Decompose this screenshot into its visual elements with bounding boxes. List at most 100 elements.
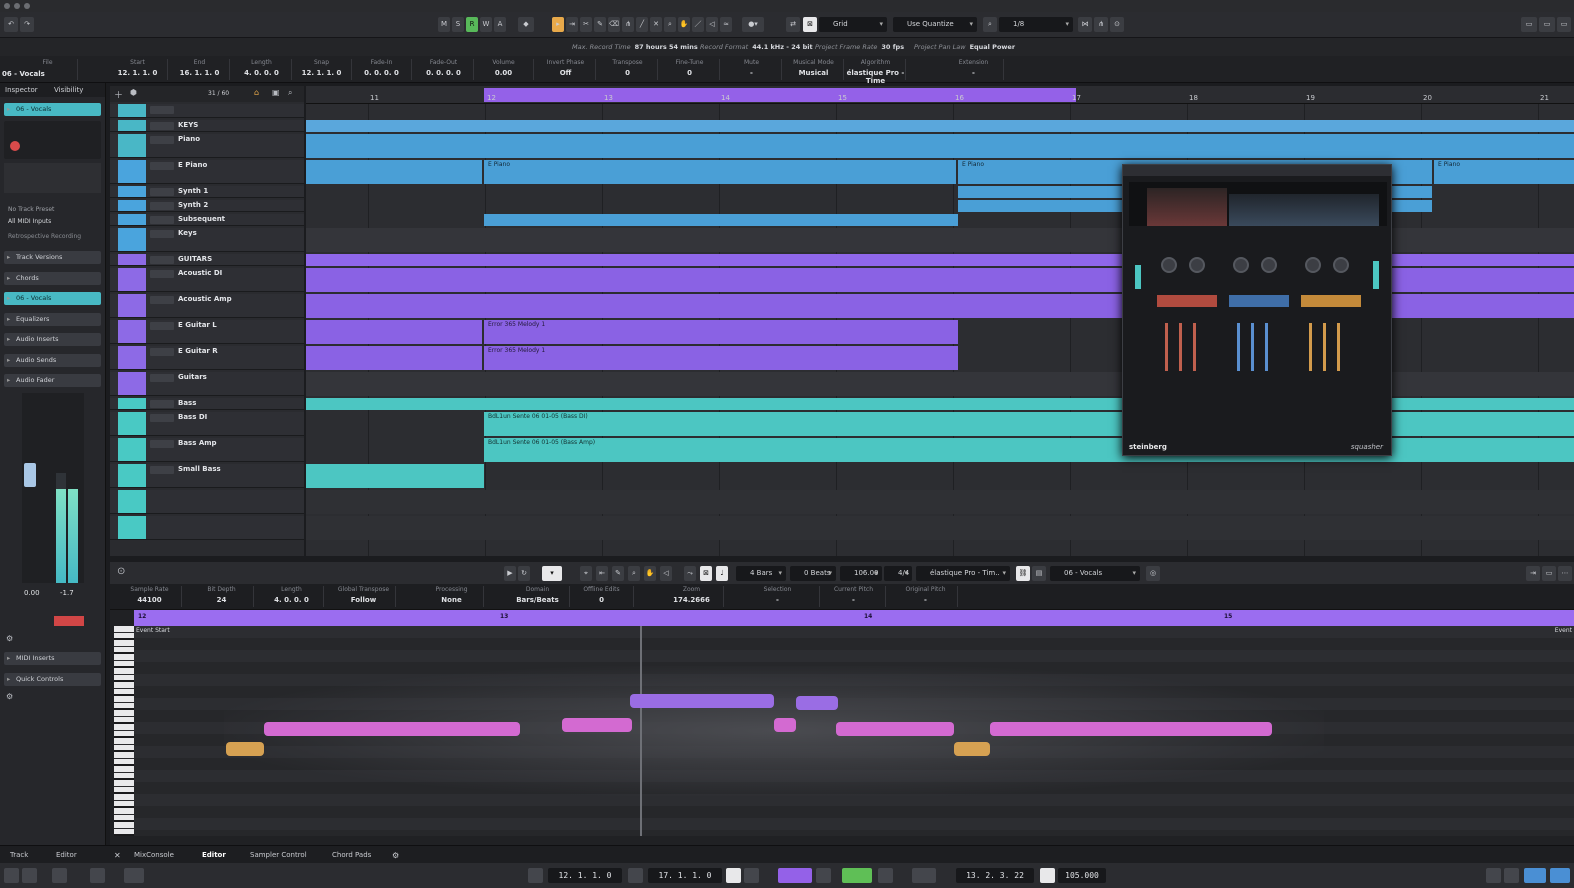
snap-toggle-icon[interactable]: ⊠ [803, 17, 817, 32]
peak-value[interactable]: -1.7 [60, 589, 74, 597]
track-name[interactable]: Synth 1 [178, 187, 208, 195]
grid-type-dropdown[interactable]: Use Quantize [893, 17, 977, 32]
pitch-segment[interactable] [836, 722, 954, 736]
close-window-icon[interactable] [4, 3, 10, 9]
mute-solo-buttons[interactable] [150, 256, 174, 264]
quantize-panel-icon[interactable]: ⋔ [1094, 17, 1108, 32]
undo-icon[interactable]: ↶ [4, 17, 18, 32]
track-header[interactable] [110, 104, 304, 118]
tab-editor[interactable]: Editor [202, 851, 226, 859]
folder-part[interactable] [306, 120, 1574, 132]
editor-track-dropdown[interactable]: 06 - Vocals [1050, 566, 1140, 581]
tempo-display[interactable]: 105.000 [1058, 868, 1106, 883]
band-mid-knob-1[interactable] [1233, 257, 1249, 273]
mute-solo-buttons[interactable] [150, 414, 174, 422]
pitch-segment[interactable] [630, 694, 774, 708]
layout-left-icon[interactable]: ▭ [1521, 17, 1537, 32]
midi-part[interactable]: E Piano [484, 160, 956, 184]
audio-part[interactable]: Error 365 Melody 1 [484, 320, 958, 344]
editor-info-field[interactable]: Original Pitch - [894, 586, 958, 607]
track-name[interactable]: Bass DI [178, 413, 207, 421]
midi-part[interactable]: E Piano [1434, 160, 1574, 184]
disk-meter[interactable] [1550, 868, 1570, 883]
reset-quantize-icon[interactable]: ⊙ [1110, 17, 1124, 32]
editor-info-value[interactable]: - [894, 596, 957, 604]
band-high-knob-2[interactable] [1333, 257, 1349, 273]
editor-snap-icon[interactable]: ⊠ [700, 566, 712, 581]
mute-solo-buttons[interactable] [150, 348, 174, 356]
tab-chord-pads[interactable]: Chord Pads [332, 851, 371, 859]
mute-tool-icon[interactable]: ✕ [650, 17, 662, 32]
record-format[interactable]: Record Format 44.1 kHz - 24 bit [700, 43, 813, 51]
minimize-window-icon[interactable] [14, 3, 20, 9]
midi-part[interactable] [306, 464, 484, 488]
editor-info-value[interactable]: 174.2666 [660, 596, 723, 604]
mute-solo-buttons[interactable] [150, 322, 174, 330]
track-preset-field[interactable]: No Track Preset [8, 206, 54, 213]
band-low-fader[interactable] [1165, 323, 1168, 371]
track-name[interactable]: Acoustic Amp [178, 295, 232, 303]
range-tool-icon[interactable]: ⇥ [566, 17, 578, 32]
right-locator-display[interactable]: 17. 1. 1. 0 [648, 868, 722, 883]
editor-layout-icon[interactable]: ⇥ [1526, 566, 1540, 581]
editor-info-value[interactable]: - [736, 596, 819, 604]
section-track[interactable]: 06 - Vocals [4, 292, 101, 305]
time-select-icon[interactable]: ⌖ [580, 566, 592, 581]
band-mid-fader[interactable] [1265, 323, 1268, 371]
event-field-value[interactable]: 4. 0. 0. 0 [232, 69, 291, 77]
record-button[interactable] [878, 868, 893, 883]
inspector-track-header[interactable]: 06 - Vocals [4, 103, 101, 116]
track-header[interactable]: Small Bass [110, 464, 304, 488]
audio-performance-meter[interactable] [1524, 868, 1546, 883]
editor-hand-icon[interactable]: ✋ [644, 566, 656, 581]
mute-solo-buttons[interactable] [150, 296, 174, 304]
draw-tool-icon[interactable]: ╱ [636, 17, 648, 32]
section-equalizers[interactable]: Equalizers [4, 313, 101, 326]
right-locator-icon[interactable] [628, 868, 643, 883]
peak-clip-indicator[interactable] [54, 616, 84, 626]
tab-track[interactable]: Track [10, 851, 28, 859]
editor-info-field[interactable]: Domain Bars/Beats [506, 586, 570, 607]
mute-solo-buttons[interactable] [150, 400, 174, 408]
mode-button-write[interactable]: W [480, 17, 492, 32]
event-field[interactable]: Transpose 0 [598, 59, 658, 80]
band-low-fader[interactable] [1193, 323, 1196, 371]
redo-icon[interactable]: ↷ [20, 17, 34, 32]
editor-info-field[interactable]: Offline Edits 0 [570, 586, 634, 607]
audition-icon[interactable]: ◁ [660, 566, 672, 581]
tab-mixconsole[interactable]: MixConsole [134, 851, 174, 859]
track-header[interactable]: GUITARS [110, 254, 304, 266]
editor-bars-field[interactable]: 4 Bars [736, 566, 786, 581]
gear-icon[interactable]: ⚙ [6, 634, 13, 643]
mode-button-read[interactable]: R [466, 17, 478, 32]
transport-metronome-icon[interactable] [52, 868, 67, 883]
mute-solo-buttons[interactable] [150, 188, 174, 196]
section-quick-controls[interactable]: Quick Controls [4, 673, 101, 686]
track-name[interactable]: KEYS [178, 121, 198, 129]
close-icon[interactable]: ✕ [114, 851, 121, 860]
pitch-segment[interactable] [226, 742, 264, 756]
fader-value[interactable]: 0.00 [24, 589, 40, 597]
editor-info-value[interactable]: 0 [570, 596, 633, 604]
spectrum-display[interactable] [1129, 182, 1387, 226]
hand-tool-icon[interactable]: ✋ [678, 17, 690, 32]
transport-settings-icon[interactable] [1486, 868, 1501, 883]
transport-menu-icon[interactable] [4, 868, 19, 883]
band-low-strip[interactable] [1157, 295, 1217, 307]
zoom-window-icon[interactable] [24, 3, 30, 9]
band-high-strip[interactable] [1301, 295, 1361, 307]
editor-pencil-icon[interactable]: ✎ [612, 566, 624, 581]
band-high-fader[interactable] [1337, 323, 1340, 371]
layout-right-icon[interactable]: ▭ [1557, 17, 1571, 32]
retrospective-record-field[interactable]: Retrospective Recording [8, 233, 81, 240]
editor-info-field[interactable]: Length 4. 0. 0. 0 [260, 586, 324, 607]
punch-out-icon[interactable] [744, 868, 759, 883]
event-field[interactable]: Mute - [722, 59, 782, 80]
editor-info-value[interactable]: - [822, 596, 885, 604]
automation-track-header[interactable] [110, 490, 304, 514]
editor-info-value[interactable]: None [420, 596, 483, 604]
lower-zone-settings-icon[interactable]: ⚙ [392, 851, 399, 860]
mute-solo-buttons[interactable] [150, 202, 174, 210]
iterative-quantize-icon[interactable]: ⋈ [1078, 17, 1092, 32]
track-header[interactable]: Synth 2 [110, 200, 304, 212]
